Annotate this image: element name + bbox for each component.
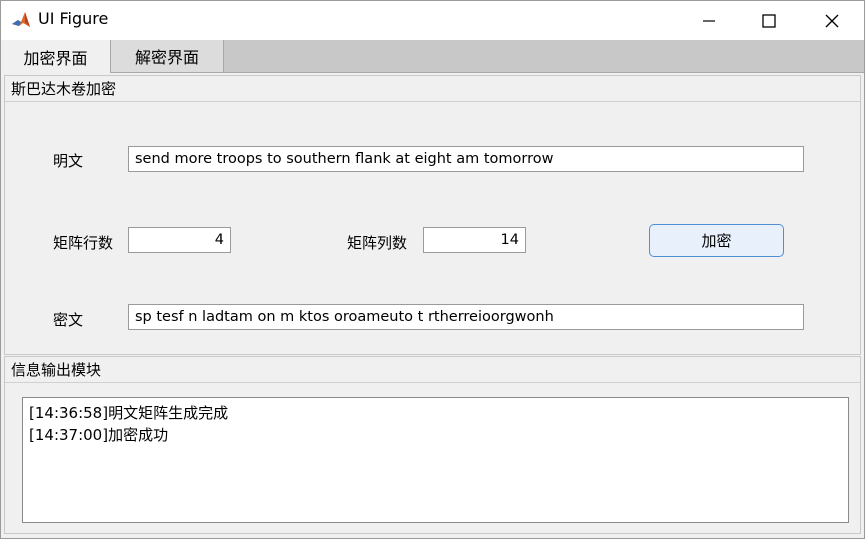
info-panel: 信息输出模块 [14:36:58]明文矩阵生成完成 [14:37:00]加密成功 (4, 356, 861, 534)
cols-input[interactable]: 14 (423, 227, 526, 253)
minimize-button[interactable] (686, 1, 732, 40)
title-bar[interactable]: UI Figure (1, 1, 864, 40)
info-panel-title: 信息输出模块 (5, 357, 860, 383)
matlab-logo-icon (11, 10, 31, 30)
maximize-button[interactable] (746, 1, 792, 40)
plaintext-label: 明文 (53, 152, 84, 170)
log-textarea[interactable]: [14:36:58]明文矩阵生成完成 [14:37:00]加密成功 (22, 397, 849, 523)
encrypt-button[interactable]: 加密 (649, 224, 784, 257)
cols-label: 矩阵列数 (347, 234, 408, 252)
close-icon (825, 14, 839, 28)
window-title: UI Figure (38, 9, 109, 28)
ciphertext-label: 密文 (53, 311, 84, 329)
close-button[interactable] (809, 1, 855, 40)
rows-label: 矩阵行数 (53, 234, 114, 252)
tab-decrypt[interactable]: 解密界面 (111, 40, 224, 72)
ciphertext-output[interactable]: sp tesf n ladtam on m ktos oroameuto t r… (128, 304, 804, 330)
app-window: UI Figure 加密界面 解密界面 斯巴达木卷加密 明文 send more… (0, 0, 865, 539)
encrypt-panel-title: 斯巴达木卷加密 (5, 76, 860, 102)
tab-strip: 加密界面 解密界面 (1, 40, 864, 73)
log-line: [14:37:00]加密成功 (29, 426, 169, 444)
log-line: [14:36:58]明文矩阵生成完成 (29, 404, 229, 422)
minimize-icon (702, 14, 716, 28)
encrypt-panel: 斯巴达木卷加密 明文 send more troops to southern … (4, 75, 861, 355)
tab-encrypt[interactable]: 加密界面 (1, 40, 111, 73)
plaintext-input[interactable]: send more troops to southern flank at ei… (128, 146, 804, 172)
maximize-icon (762, 13, 776, 28)
rows-input[interactable]: 4 (128, 227, 231, 253)
